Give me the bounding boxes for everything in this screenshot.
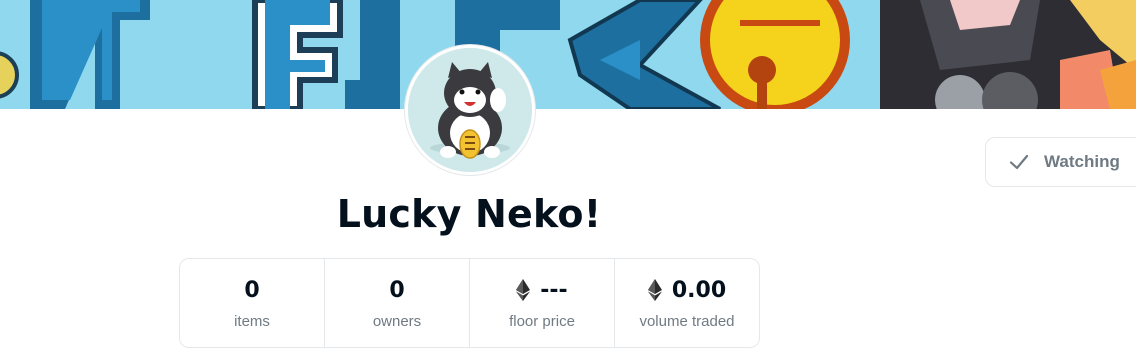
collection-avatar <box>405 45 535 175</box>
ethereum-icon <box>516 279 531 301</box>
stat-owners-label: owners <box>372 313 422 330</box>
stat-volume-traded[interactable]: 0.00 volume traded <box>614 259 759 347</box>
stat-items-value: 0 <box>244 277 260 303</box>
stat-items-value-row: 0 <box>244 275 259 305</box>
stat-items[interactable]: 0 items <box>180 259 324 347</box>
collection-stats: 0 items 0 owners --- floor price 0.00 vo… <box>179 258 760 348</box>
lucky-cat-avatar <box>408 48 532 172</box>
stat-floor-price-label: floor price <box>509 313 575 330</box>
stat-items-label: items <box>234 313 270 330</box>
watching-button[interactable]: Watching <box>985 137 1136 187</box>
stat-floor-price[interactable]: --- floor price <box>469 259 614 347</box>
ethereum-icon <box>647 279 662 301</box>
stat-volume-traded-value: 0.00 <box>671 277 727 303</box>
stat-owners-value-row: 0 <box>389 275 404 305</box>
check-icon <box>1009 154 1029 170</box>
collection-title: Lucky Neko! <box>336 192 602 236</box>
stat-floor-price-value-row: --- <box>516 275 568 305</box>
stat-owners[interactable]: 0 owners <box>324 259 469 347</box>
neko-banner-artwork <box>0 0 1136 109</box>
watching-button-label: Watching <box>1044 152 1120 171</box>
stat-volume-traded-value-row: 0.00 <box>647 275 727 305</box>
collection-banner <box>0 0 1136 109</box>
stat-floor-price-value: --- <box>540 277 568 303</box>
stat-owners-value: 0 <box>389 277 405 303</box>
stat-volume-traded-label: volume traded <box>639 313 735 330</box>
